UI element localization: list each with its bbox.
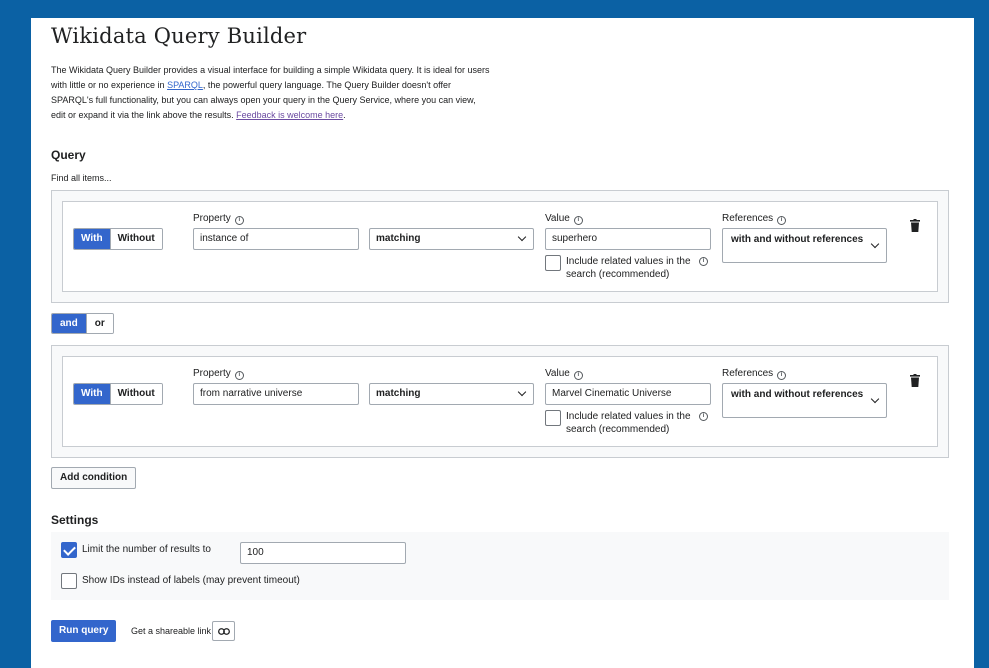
without-button[interactable]: Without xyxy=(109,229,162,249)
info-icon[interactable]: i xyxy=(777,216,787,225)
property-label-text: Property xyxy=(193,368,231,379)
settings-heading: Settings xyxy=(51,513,99,527)
property-label: Property i xyxy=(193,368,244,380)
intro-part-3: . xyxy=(343,110,346,120)
or-button[interactable]: or xyxy=(85,314,113,333)
value-input[interactable]: Marvel Cinematic Universe xyxy=(545,383,711,405)
show-ids-label: Show IDs instead of labels (may prevent … xyxy=(82,575,300,586)
value-label-text: Value xyxy=(545,213,570,224)
chevron-down-icon xyxy=(870,239,880,249)
condition-row-1: With Without Property i instance of match… xyxy=(62,201,938,292)
feedback-link[interactable]: Feedback is welcome here xyxy=(236,110,343,120)
info-icon[interactable]: i xyxy=(234,216,244,225)
info-icon[interactable]: i xyxy=(699,412,708,421)
with-without-toggle: With Without xyxy=(73,228,163,250)
references-select-text: with and without references xyxy=(731,234,864,245)
trash-icon[interactable] xyxy=(910,219,920,232)
with-button[interactable]: With xyxy=(74,229,110,249)
references-select[interactable]: with and without references xyxy=(722,228,887,263)
info-icon[interactable]: i xyxy=(234,371,244,380)
without-button[interactable]: Without xyxy=(109,384,162,404)
condition-block-1: With Without Property i instance of match… xyxy=(51,190,949,303)
matching-select[interactable]: matching xyxy=(369,228,534,250)
chevron-down-icon xyxy=(517,232,527,242)
info-icon[interactable]: i xyxy=(573,371,583,380)
include-related-checkbox[interactable] xyxy=(545,410,561,426)
include-related-label: Include related values in the search (re… xyxy=(566,256,691,280)
matching-select-text: matching xyxy=(376,233,421,244)
chevron-down-icon xyxy=(517,387,527,397)
and-or-toggle: and or xyxy=(51,313,114,334)
intro-text: The Wikidata Query Builder provides a vi… xyxy=(51,63,491,123)
property-input[interactable]: from narrative universe xyxy=(193,383,359,405)
chevron-down-icon xyxy=(870,394,880,404)
references-label: References i xyxy=(722,368,787,380)
trash-icon[interactable] xyxy=(910,374,920,387)
limit-results-input[interactable]: 100 xyxy=(240,542,406,564)
references-select-text: with and without references xyxy=(731,389,864,400)
value-label: Value i xyxy=(545,213,583,225)
references-label-text: References xyxy=(722,368,774,379)
query-heading: Query xyxy=(51,148,86,162)
with-button[interactable]: With xyxy=(74,384,110,404)
property-input[interactable]: instance of xyxy=(193,228,359,250)
condition-row-2: With Without Property i from narrative un… xyxy=(62,356,938,447)
link-icon xyxy=(218,628,230,635)
matching-select-text: matching xyxy=(376,388,421,399)
run-query-button[interactable]: Run query xyxy=(51,620,117,642)
and-button[interactable]: and xyxy=(52,314,86,333)
include-related-label: Include related values in the search (re… xyxy=(566,411,691,435)
with-without-toggle: With Without xyxy=(73,383,163,405)
value-label: Value i xyxy=(545,368,583,380)
find-all-label: Find all items... xyxy=(51,173,112,183)
value-label-text: Value xyxy=(545,368,570,379)
page: Wikidata Query Builder The Wikidata Quer… xyxy=(31,18,974,668)
property-label: Property i xyxy=(193,213,244,225)
settings-panel: Limit the number of results to 100 Show … xyxy=(51,532,949,600)
property-label-text: Property xyxy=(193,213,231,224)
references-select[interactable]: with and without references xyxy=(722,383,887,418)
limit-results-checkbox[interactable] xyxy=(61,542,77,558)
include-related-checkbox[interactable] xyxy=(545,255,561,271)
page-title: Wikidata Query Builder xyxy=(51,24,307,48)
info-icon[interactable]: i xyxy=(573,216,583,225)
references-label-text: References xyxy=(722,213,774,224)
copy-link-button[interactable] xyxy=(212,621,235,641)
matching-select[interactable]: matching xyxy=(369,383,534,405)
show-ids-checkbox[interactable] xyxy=(61,573,77,589)
shareable-link-label: Get a shareable link xyxy=(131,626,212,636)
condition-block-2: With Without Property i from narrative un… xyxy=(51,345,949,458)
info-icon[interactable]: i xyxy=(777,371,787,380)
sparql-link[interactable]: SPARQL xyxy=(167,80,203,90)
value-input[interactable]: superhero xyxy=(545,228,711,250)
limit-results-label: Limit the number of results to xyxy=(82,544,211,555)
add-condition-button[interactable]: Add condition xyxy=(51,467,137,489)
references-label: References i xyxy=(722,213,787,225)
info-icon[interactable]: i xyxy=(699,257,708,266)
